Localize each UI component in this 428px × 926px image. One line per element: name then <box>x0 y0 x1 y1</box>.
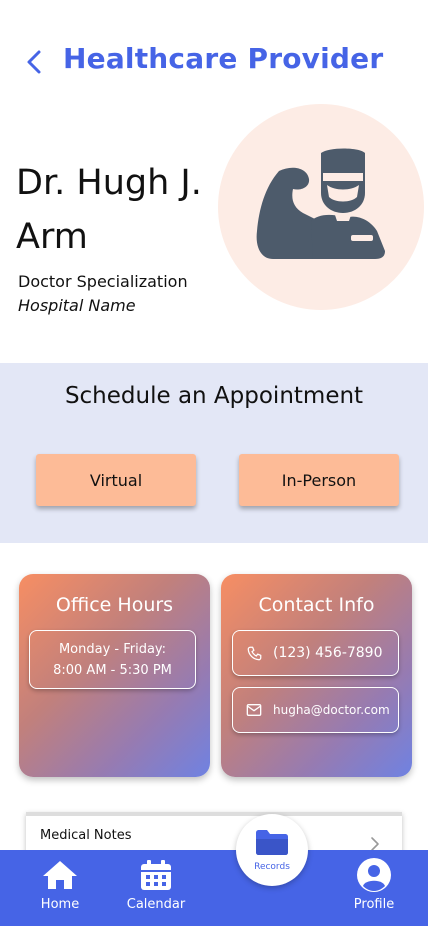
hospital-name: Hospital Name <box>18 296 136 315</box>
office-hours-card: Office Hours Monday - Friday: 8:00 AM - … <box>19 574 210 777</box>
home-icon <box>41 858 79 892</box>
folder-icon <box>254 828 290 860</box>
contact-info-card: Contact Info (123) 456-7890 hugha@doctor… <box>221 574 412 777</box>
schedule-section: Schedule an Appointment Virtual In-Perso… <box>0 363 428 543</box>
phone-button[interactable]: (123) 456-7890 <box>232 630 399 676</box>
healthcare-provider-screen: Healthcare Provider Dr. Hugh J. Arm Doct… <box>0 0 428 926</box>
nav-profile[interactable]: Profile <box>342 850 406 926</box>
mail-icon <box>246 702 262 718</box>
nav-profile-label: Profile <box>353 897 395 912</box>
office-hours-time: 8:00 AM - 5:30 PM <box>53 662 172 678</box>
back-button[interactable] <box>20 48 48 76</box>
office-days: Monday - Friday: <box>58 641 167 657</box>
in-person-appointment-button[interactable]: In-Person <box>239 454 399 506</box>
header: Healthcare Provider <box>0 40 428 84</box>
page-title: Healthcare Provider <box>63 42 384 75</box>
nav-records-label: Records <box>254 862 290 872</box>
profile-icon <box>356 858 392 892</box>
bottom-nav: Home Calendar Profile <box>0 850 428 926</box>
schedule-title: Schedule an Appointment <box>64 383 364 409</box>
nav-home[interactable]: Home <box>28 850 92 926</box>
virtual-appointment-button[interactable]: Virtual <box>36 454 196 506</box>
nav-home-label: Home <box>40 897 80 912</box>
medical-notes-label: Medical Notes <box>40 828 132 843</box>
office-hours-title: Office Hours <box>55 594 174 616</box>
phone-icon <box>246 645 262 661</box>
doctor-avatar <box>218 104 424 310</box>
email-address: hugha@doctor.com <box>273 703 390 717</box>
surgeon-flexing-arm-icon <box>256 148 385 259</box>
nav-calendar[interactable]: Calendar <box>120 850 192 926</box>
doctor-specialization: Doctor Specialization <box>18 272 188 291</box>
chevron-left-icon <box>27 50 41 74</box>
nav-calendar-label: Calendar <box>126 897 186 912</box>
email-button[interactable]: hugha@doctor.com <box>232 687 399 733</box>
phone-number: (123) 456-7890 <box>273 645 383 661</box>
doctor-name: Dr. Hugh J. Arm <box>16 163 202 257</box>
contact-info-title: Contact Info <box>258 594 375 616</box>
nav-records-button[interactable]: Records <box>236 814 308 886</box>
office-hours-box: Monday - Friday: 8:00 AM - 5:30 PM <box>29 630 196 689</box>
calendar-icon <box>139 858 173 892</box>
